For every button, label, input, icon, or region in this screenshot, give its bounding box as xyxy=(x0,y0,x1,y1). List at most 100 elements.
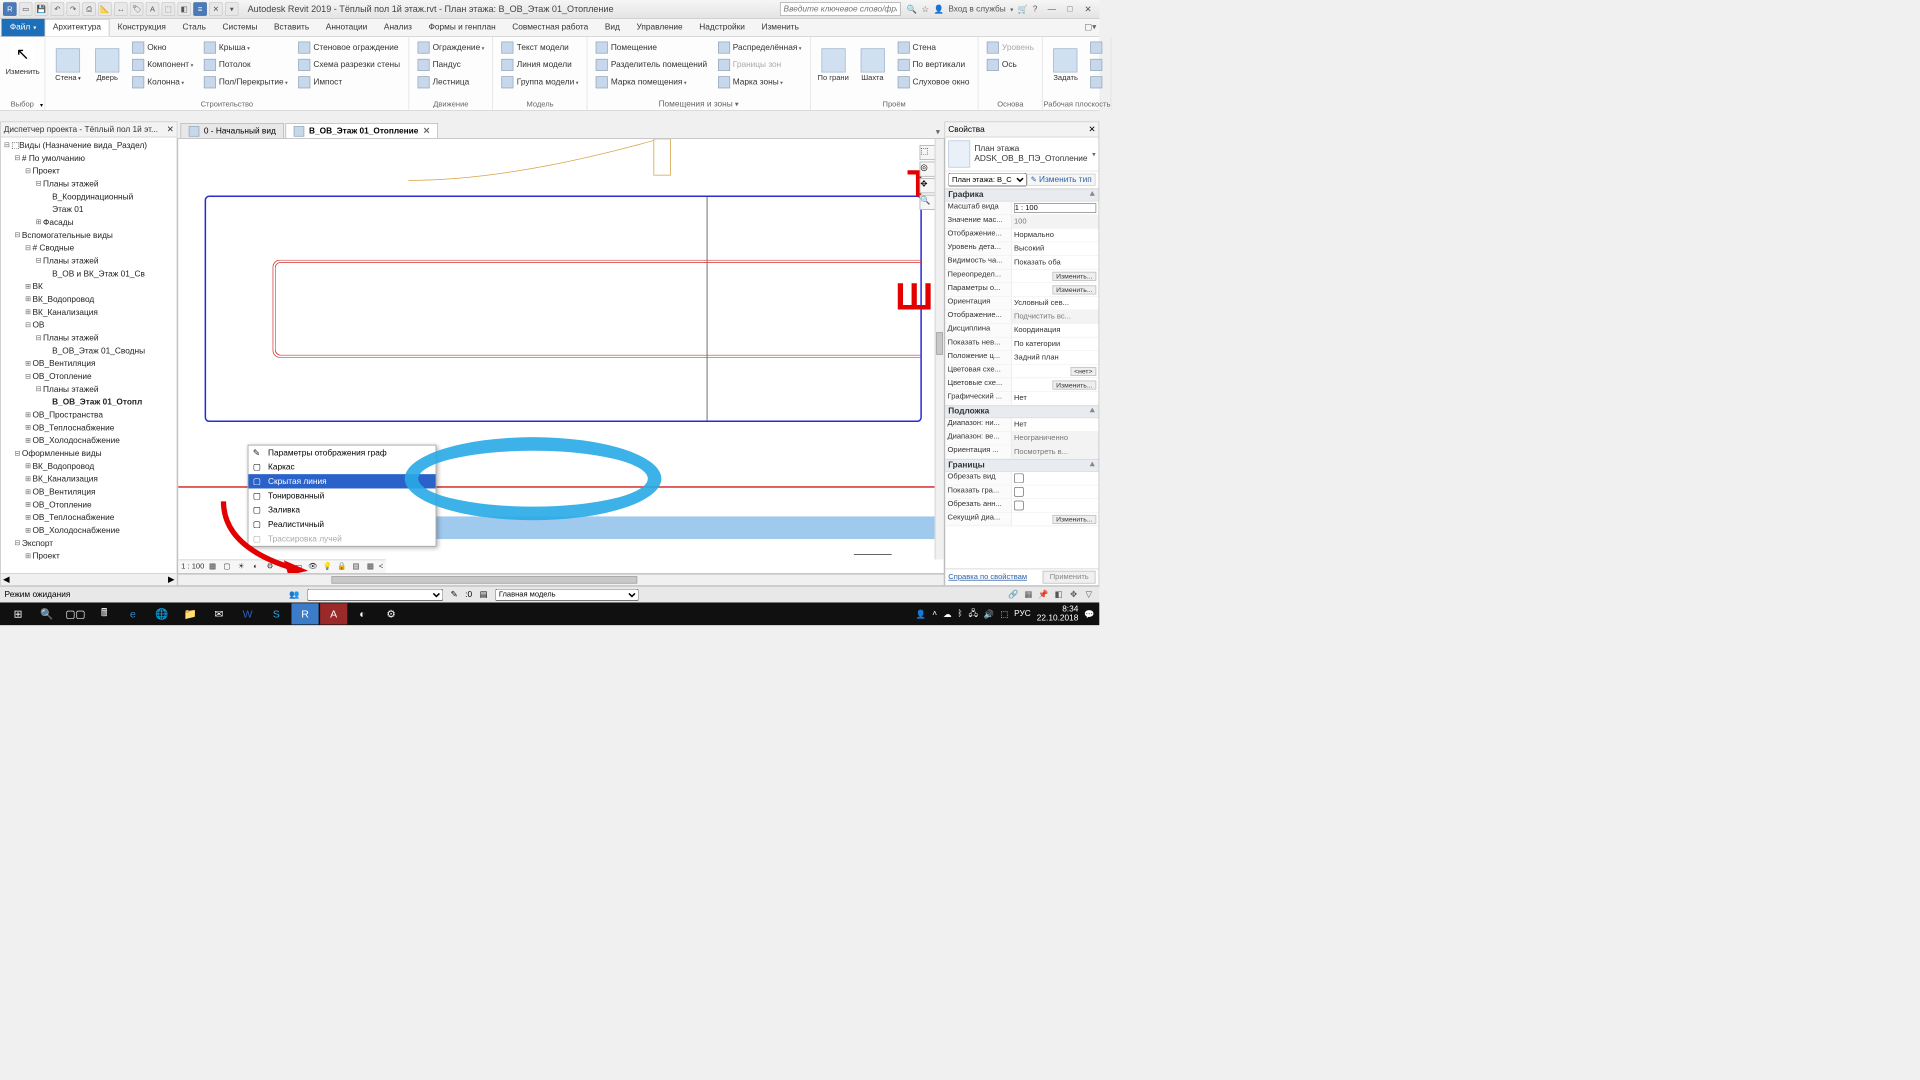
search-icon[interactable]: 🔍 xyxy=(33,603,60,624)
tab-annotate[interactable]: Аннотации xyxy=(317,19,375,36)
app-icon[interactable]: ◐ xyxy=(349,603,376,624)
tab-addins[interactable]: Надстройки xyxy=(691,19,753,36)
calculator-icon[interactable]: 🖩 xyxy=(91,603,118,624)
tab-menu-icon[interactable]: ▾ xyxy=(931,125,944,138)
curtain-wall-button[interactable]: Стеновое ограждение xyxy=(294,39,403,56)
select-pinned-icon[interactable]: 📌 xyxy=(1037,589,1049,601)
section-icon[interactable]: ◧ xyxy=(177,2,191,16)
close-inactive-icon[interactable]: ✕ xyxy=(209,2,223,16)
dormer-button[interactable]: Слуховое окно xyxy=(894,74,974,91)
tab-architecture[interactable]: Архитектура xyxy=(45,19,110,36)
drawing-canvas[interactable]: Т Ш ⬚ ◎ ✥ 🔍 ✎Параметры отображения граф … xyxy=(177,138,944,574)
print-icon[interactable]: ⎙ xyxy=(82,2,96,16)
infocenter-icon[interactable]: 🔍 xyxy=(907,4,917,14)
properties-help-link[interactable]: Справка по свойствам xyxy=(948,573,1027,581)
select-links-icon[interactable]: 🔗 xyxy=(1007,589,1019,601)
model-line-button[interactable]: Линия модели xyxy=(498,57,582,74)
tab-structure[interactable]: Конструкция xyxy=(109,19,174,36)
undo-icon[interactable]: ↶ xyxy=(51,2,65,16)
visual-style-shaded[interactable]: ▢Тонированный xyxy=(248,488,435,502)
select-face-icon[interactable]: ◧ xyxy=(1052,589,1064,601)
model-text-button[interactable]: Текст модели xyxy=(498,39,582,56)
vertical-scrollbar[interactable] xyxy=(935,139,944,560)
wall-button[interactable]: Стена xyxy=(50,39,86,90)
cloud-icon[interactable]: ☁ xyxy=(943,609,951,619)
language-indicator[interactable]: РУС xyxy=(1014,609,1031,618)
switch-windows-icon[interactable]: ▾ xyxy=(225,2,239,16)
start-button[interactable]: ⊞ xyxy=(5,603,32,624)
tab-systems[interactable]: Системы xyxy=(214,19,265,36)
exchange-icon[interactable]: 🛒 xyxy=(1018,4,1028,14)
detail-level-icon[interactable]: ▦ xyxy=(207,561,219,572)
modify-button[interactable]: ↖Изменить xyxy=(5,39,41,79)
tab-analyze[interactable]: Анализ xyxy=(376,19,421,36)
task-view-icon[interactable]: ▢▢ xyxy=(62,603,89,624)
set-workplane-button[interactable]: Задать xyxy=(1048,39,1084,90)
tray-up-icon[interactable]: ˄ xyxy=(932,609,937,618)
area-tag-button[interactable]: Марка зоны xyxy=(714,74,805,91)
save-icon[interactable]: 💾 xyxy=(35,2,49,16)
switch-icon[interactable]: ⬚ xyxy=(1000,609,1008,619)
browser-icon[interactable]: 🌐 xyxy=(148,603,175,624)
visual-style-wireframe[interactable]: ▢Каркас xyxy=(248,460,435,474)
tab-massing[interactable]: Формы и генплан xyxy=(420,19,504,36)
stair-button[interactable]: Лестница xyxy=(414,74,488,91)
close-icon[interactable]: ✕ xyxy=(1089,125,1096,135)
roof-button[interactable]: Крыша xyxy=(200,39,291,56)
settings-icon[interactable]: ⚙ xyxy=(378,603,405,624)
notifications-icon[interactable]: 💬 xyxy=(1084,609,1094,619)
model-group-button[interactable]: Группа модели xyxy=(498,74,582,91)
graphic-display-options[interactable]: ✎Параметры отображения граф xyxy=(248,445,435,459)
ribbon-collapse-icon[interactable]: ▢▾ xyxy=(1081,19,1099,36)
filter-icon[interactable]: ▤ xyxy=(480,590,488,600)
open-icon[interactable]: ▭ xyxy=(19,2,33,16)
help-icon[interactable]: ? xyxy=(1033,5,1038,14)
by-face-button[interactable]: По грани xyxy=(815,39,851,90)
tab-file[interactable]: Файл xyxy=(2,19,45,36)
room-tag-button[interactable]: Марка помещения xyxy=(592,74,711,91)
tab-modify[interactable]: Изменить xyxy=(753,19,807,36)
3d-icon[interactable]: ⬚ xyxy=(162,2,176,16)
tab-collaborate[interactable]: Совместная работа xyxy=(504,19,597,36)
door-button[interactable]: Дверь xyxy=(89,39,125,90)
close-button[interactable]: ✕ xyxy=(1080,2,1097,16)
people-icon[interactable]: 👤 xyxy=(916,609,926,619)
visual-style-hidden-line[interactable]: ▢Скрытая линия xyxy=(248,474,435,488)
wall-opening-button[interactable]: Стена xyxy=(894,39,974,56)
analytical-icon[interactable]: ▤ xyxy=(350,561,362,572)
word-icon[interactable]: W xyxy=(234,603,261,624)
system-color-button[interactable]: Изменить... xyxy=(1052,380,1096,389)
highlight-icon[interactable]: ▦ xyxy=(364,561,376,572)
select-underlay-icon[interactable]: ▦ xyxy=(1022,589,1034,601)
minimize-button[interactable]: — xyxy=(1043,2,1060,16)
shadows-icon[interactable]: ◐ xyxy=(250,561,262,572)
worksets-icon[interactable]: 👥 xyxy=(289,590,299,600)
curtain-grid-button[interactable]: Схема разрезки стены xyxy=(294,57,403,74)
view-scale-input[interactable] xyxy=(1014,203,1096,213)
drag-elements-icon[interactable]: ✥ xyxy=(1068,589,1080,601)
viewer-button[interactable] xyxy=(1087,74,1107,91)
revit-taskbar-icon[interactable]: R xyxy=(291,603,318,624)
volume-icon[interactable]: 🔊 xyxy=(984,609,994,619)
editable-only-icon[interactable]: ✎ xyxy=(451,590,458,600)
vertical-opening-button[interactable]: По вертикали xyxy=(894,57,974,74)
user-icon[interactable]: 👤 xyxy=(933,4,943,14)
skype-icon[interactable]: S xyxy=(263,603,290,624)
hide-isolate-icon[interactable]: 👁 xyxy=(307,561,319,572)
color-scheme-button[interactable]: <нет> xyxy=(1070,367,1096,376)
close-tab-icon[interactable]: ✕ xyxy=(423,126,430,136)
maximize-button[interactable]: □ xyxy=(1062,2,1079,16)
app-menu-button[interactable]: R xyxy=(3,2,17,16)
property-grid[interactable]: Графика⯅ Масштаб вида Значение мас...100… xyxy=(945,189,1098,569)
type-selector[interactable]: План этажаADSK_ОВ_В_ПЭ_Отопление ▾ xyxy=(945,137,1098,171)
railing-button[interactable]: Ограждение xyxy=(414,39,488,56)
text-icon[interactable]: A xyxy=(146,2,160,16)
crop-visible-checkbox[interactable] xyxy=(1014,487,1024,497)
visual-style-realistic[interactable]: ▢Реалистичный xyxy=(248,517,435,531)
sun-path-icon[interactable]: ☀ xyxy=(235,561,247,572)
clock[interactable]: 8:3422.10.2018 xyxy=(1037,605,1079,623)
dim-icon[interactable]: ↔ xyxy=(114,2,128,16)
project-browser-tree[interactable]: ⊟⬚ Виды (Назначение вида_Раздел) ⊟# По у… xyxy=(1,137,177,573)
edit-type-button[interactable]: ✎ Изменить тип xyxy=(1027,174,1096,186)
measure-icon[interactable]: 📐 xyxy=(98,2,112,16)
